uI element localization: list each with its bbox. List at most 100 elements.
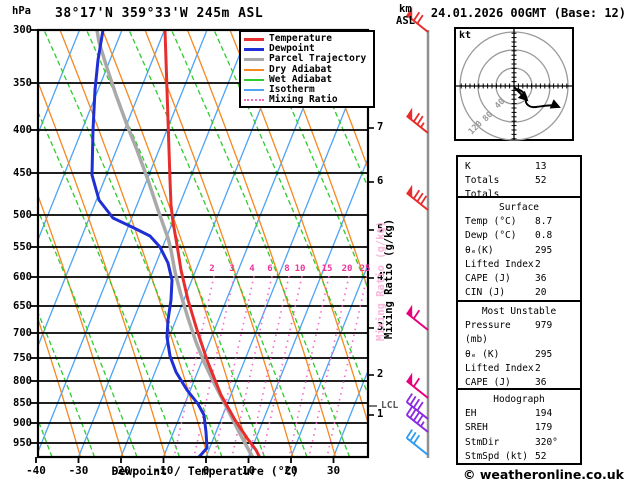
indices-section: Hodograph EH 194 SREH 179 StmDir 320° StmSpd (k…: [456, 388, 582, 465]
indices-row: θₑ (K) 295: [465, 348, 573, 362]
altitude-tick-label: 7: [377, 121, 384, 133]
legend-line-sample: [244, 68, 264, 71]
indices-row-label: Dewp (°C): [465, 230, 517, 242]
indices-row-label: CIN (J): [465, 287, 506, 299]
pressure-tick-label: 650: [13, 300, 32, 312]
indices-row-label: Lifted Index: [465, 258, 534, 270]
indices-row-value: 194: [535, 408, 553, 420]
legend-line-sample: [244, 47, 264, 51]
pressure-tick-label: 300: [13, 24, 32, 36]
indices-row: K 13: [465, 160, 573, 174]
indices-row-value: 295: [535, 244, 553, 256]
copyright-text: © weatheronline.co.uk: [463, 467, 624, 482]
indices-row-value: 295: [535, 348, 553, 360]
indices-row-label: StmDir: [465, 436, 500, 448]
wind-barb: [406, 304, 429, 331]
indices-row-label: SREH: [465, 422, 488, 434]
pressure-tick-label: 600: [13, 271, 32, 283]
altitude-axis-unit-km: km: [399, 3, 412, 15]
indices-row-label: θₑ(K): [465, 244, 494, 256]
pressure-axis-unit: hPa: [12, 5, 31, 17]
indices-row-value: 320°: [535, 436, 558, 448]
legend-line-sample: [244, 37, 264, 41]
temperature-tick-label: 30: [326, 464, 341, 477]
pressure-tick-label: 400: [13, 124, 32, 136]
indices-row: CAPE (J) 36: [465, 272, 573, 286]
mixing-ratio-axis-label: Mixing Ratio (g/kg): [383, 218, 395, 340]
temperature-tick-label: -40: [26, 464, 46, 477]
indices-section: K13Totals Totals52PW (cm)0.81: [456, 155, 582, 215]
wind-barb: [406, 372, 429, 399]
indices-section-title: Hodograph: [493, 394, 545, 405]
indices-row: SREH 179: [465, 421, 573, 435]
mixing-ratio-value-label: 20: [341, 264, 353, 274]
parcel-trajectory-curve: [95, 30, 254, 457]
pressure-tick-label: 450: [13, 167, 32, 179]
indices-row: Lifted Index 2: [465, 258, 573, 272]
page-title: 38°17'N 359°33'W 245m ASL: [55, 6, 264, 21]
pressure-tick-label: 850: [13, 397, 32, 409]
legend-line-sample: [244, 78, 264, 81]
indices-row-value: 20: [535, 287, 547, 299]
indices-row: Lifted Index 2: [465, 362, 573, 376]
pressure-tick-label: 900: [13, 417, 32, 429]
indices-section: Most Unstable Pressure (mb) 979 θₑ (K) 295 Li…: [456, 300, 582, 402]
indices-section: Surface Temp (°C) 8.7 Dewp (°C) 0.8 θₑ(K) 295 L…: [456, 196, 582, 302]
pressure-tick-label: 750: [13, 352, 32, 364]
indices-row: Temp (°C) 8.7: [465, 215, 573, 229]
altitude-tick-label: 2: [377, 368, 384, 380]
skewt-sounding-page: hPa 38°17'N 359°33'W 245m ASL km ASL 24.…: [0, 0, 629, 486]
indices-row: CIN (J) 20: [465, 286, 573, 300]
plot-legend: Temperature Dewpoint Parcel Trajectory Dry …: [239, 30, 375, 109]
indices-row-label: K: [465, 161, 471, 172]
mixing-ratio-value-label: 25: [359, 264, 371, 274]
indices-row-value: 0.8: [535, 230, 553, 242]
pressure-tick-label: 350: [13, 77, 32, 89]
indices-section-title: Surface: [498, 202, 540, 213]
indices-row-value: 979: [535, 320, 553, 332]
indices-row-value: 36: [535, 273, 547, 285]
indices-row: Pressure (mb) 979: [465, 319, 573, 347]
mixing-ratio-value-label: 15: [321, 264, 333, 274]
indices-row-label: EH: [465, 408, 477, 420]
indices-row-label: StmSpd (kt): [465, 450, 528, 462]
legend-item-label: Parcel Trajectory: [269, 53, 367, 65]
legend-line-sample: [244, 57, 264, 61]
pressure-tick-label: 950: [13, 437, 32, 449]
indices-row-value: 179: [535, 422, 553, 434]
pressure-tick-label: 550: [13, 241, 32, 253]
mixing-ratio-value-label: 4: [249, 264, 255, 274]
mixing-ratio-value-label: 10: [294, 264, 306, 274]
indices-row: EH 194: [465, 407, 573, 421]
wind-barb: [406, 184, 429, 211]
indices-row-label: Temp (°C): [465, 216, 517, 228]
legend-line-sample: [244, 99, 264, 102]
mixing-ratio-value-label: 3: [229, 264, 235, 274]
hodograph-unit-label: kt: [459, 30, 472, 41]
legend-item: Mixing Ratio: [244, 95, 373, 105]
indices-row-label: CAPE (J): [465, 273, 511, 285]
pressure-tick-label: 700: [13, 327, 32, 339]
x-axis-label: Dewpoint / Temperature (°C): [111, 464, 299, 478]
lcl-marker-label: LCL: [381, 400, 399, 411]
indices-row-value: 8.7: [535, 216, 553, 228]
wind-barb: [406, 107, 429, 134]
altitude-axis-unit-asl: ASL: [396, 15, 415, 27]
altitude-tick-label: 6: [377, 175, 384, 187]
indices-row-value: 13: [535, 161, 547, 172]
indices-row: Dewp (°C) 0.8: [465, 229, 573, 243]
indices-row: StmDir 320°: [465, 436, 573, 450]
indices-row: StmSpd (kt) 52: [465, 450, 573, 464]
indices-row: θₑ(K) 295: [465, 244, 573, 258]
indices-row-label: Lifted Index: [465, 362, 534, 374]
indices-row-value: 2: [535, 258, 541, 270]
mixing-ratio-value-label: 2: [209, 264, 215, 274]
indices-row-label: Pressure (mb): [465, 320, 511, 346]
valid-datetime: 24.01.2026 00GMT (Base: 12): [430, 6, 626, 20]
indices-row-value: 2: [535, 362, 541, 374]
indices-row-label: θₑ (K): [465, 348, 500, 360]
legend-item-label: Mixing Ratio: [269, 94, 338, 106]
wind-barb: [405, 429, 429, 456]
indices-row-value: 52: [535, 450, 547, 462]
dewpoint-curve: [90, 30, 209, 457]
